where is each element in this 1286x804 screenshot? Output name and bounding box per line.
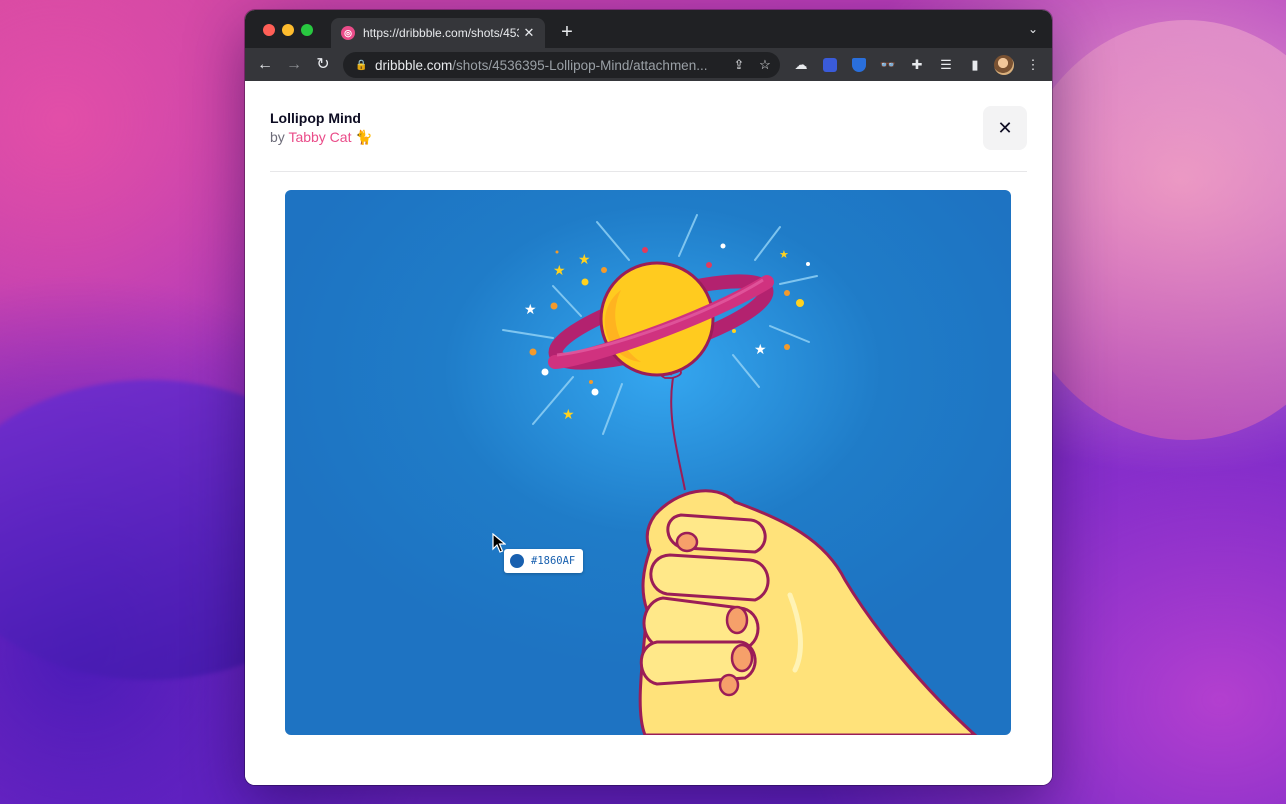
svg-text:★: ★ [562, 407, 575, 423]
tab-title: https://dribbble.com/shots/453 [363, 26, 519, 40]
extension-shield-icon[interactable] [848, 54, 870, 76]
shot-image[interactable]: ★ ★ ★ ★ ★ ★ #1860AF [285, 190, 1011, 735]
svg-text:★: ★ [578, 252, 591, 268]
address-bar[interactable]: 🔒 dribbble.com/shots/4536395-Lollipop-Mi… [343, 52, 780, 78]
author-link[interactable]: Tabby Cat [288, 129, 351, 145]
forward-button[interactable]: → [283, 54, 305, 76]
color-hex-value: #1860AF [531, 555, 576, 567]
page-content: Lollipop Mind by Tabby Cat 🐈 ✕ ★ ★ ★ ★ ★… [245, 81, 1052, 785]
back-button[interactable]: ← [254, 54, 276, 76]
svg-text:★: ★ [553, 263, 566, 279]
close-icon: ✕ [997, 117, 1013, 138]
lock-icon[interactable]: 🔒 [355, 60, 367, 71]
header-divider [270, 171, 1027, 172]
share-icon[interactable]: ⇪ [728, 57, 750, 73]
url-host: dribbble.com [375, 57, 453, 73]
fullscreen-window-button[interactable] [301, 24, 313, 36]
tab-close-icon[interactable]: ✕ [519, 25, 539, 41]
color-picker-tooltip: #1860AF [504, 549, 584, 573]
dribbble-favicon-icon: ◎ [341, 26, 355, 40]
extension-blue-icon[interactable] [819, 54, 841, 76]
side-panel-icon[interactable]: ▮ [964, 54, 986, 76]
byline-prefix: by [270, 129, 285, 145]
bookmark-star-icon[interactable]: ☆ [754, 57, 776, 73]
extensions-bar: ☁ 👓 ✚ ☰ ▮ ⋮ [790, 54, 1044, 76]
browser-menu-icon[interactable]: ⋮ [1022, 54, 1044, 76]
close-window-button[interactable] [263, 24, 275, 36]
browser-toolbar: ← → ↻ 🔒 dribbble.com/shots/4536395-Lolli… [245, 48, 1052, 81]
puzzle-extensions-icon[interactable]: ✚ [906, 54, 928, 76]
reload-button[interactable]: ↻ [312, 54, 334, 76]
svg-text:★: ★ [524, 302, 537, 318]
browser-tab-active[interactable]: ◎ https://dribbble.com/shots/453 ✕ [331, 18, 545, 48]
shot-title: Lollipop Mind [270, 110, 361, 126]
extension-glasses-icon[interactable]: 👓 [877, 54, 899, 76]
tab-search-chevron-icon[interactable]: ⌄ [1028, 22, 1038, 36]
svg-text:★: ★ [754, 342, 767, 358]
reading-list-icon[interactable]: ☰ [935, 54, 957, 76]
url-text[interactable]: dribbble.com/shots/4536395-Lollipop-Mind… [375, 58, 728, 73]
tab-strip: ◎ https://dribbble.com/shots/453 ✕ + ⌄ [245, 10, 1052, 48]
color-swatch [510, 554, 524, 568]
author-emoji: 🐈 [355, 129, 373, 145]
shot-byline: by Tabby Cat 🐈 [270, 129, 373, 146]
profile-avatar[interactable] [993, 54, 1015, 76]
lollipop-illustration: ★ ★ ★ ★ ★ ★ [285, 190, 1011, 735]
minimize-window-button[interactable] [282, 24, 294, 36]
close-modal-button[interactable]: ✕ [983, 106, 1027, 150]
url-path: /shots/4536395-Lollipop-Mind/attachmen..… [452, 57, 708, 73]
new-tab-button[interactable]: + [555, 20, 579, 44]
browser-window: ◎ https://dribbble.com/shots/453 ✕ + ⌄ ←… [245, 10, 1052, 785]
svg-text:★: ★ [779, 248, 789, 261]
cloud-extension-icon[interactable]: ☁ [790, 54, 812, 76]
